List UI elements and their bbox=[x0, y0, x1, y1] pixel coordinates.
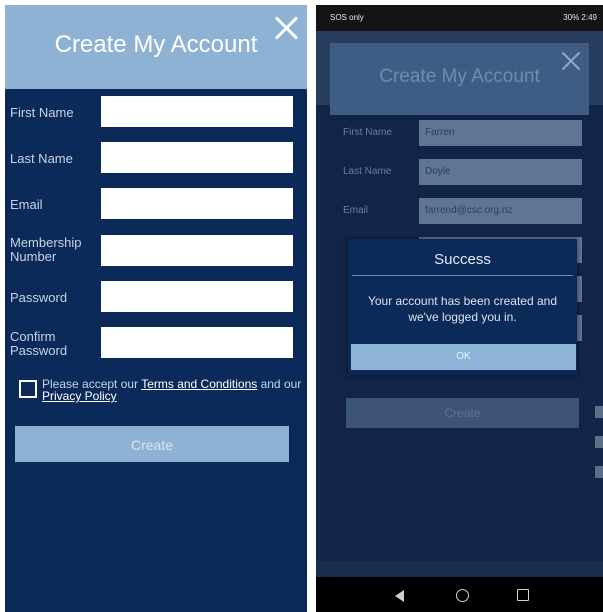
consent-middle: and our bbox=[257, 377, 302, 391]
close-icon[interactable] bbox=[273, 15, 299, 41]
background-tabbar bbox=[316, 561, 603, 577]
close-icon bbox=[561, 51, 581, 71]
email-input[interactable] bbox=[101, 188, 293, 219]
dimmed-header: Create My Account bbox=[330, 43, 589, 115]
dimmed-first-name-value: Farren bbox=[419, 120, 582, 146]
back-icon[interactable] bbox=[395, 590, 404, 602]
screen-header: Create My Account bbox=[5, 5, 307, 89]
membership-number-row: Membership Number bbox=[5, 235, 307, 269]
dimmed-last-name-value: Doyle bbox=[419, 159, 582, 185]
dimmed-first-name-row: First Name Farren bbox=[316, 120, 603, 146]
consent-checkbox[interactable] bbox=[19, 380, 37, 398]
last-name-input[interactable] bbox=[101, 142, 293, 173]
membership-number-input[interactable] bbox=[101, 235, 293, 266]
dimmed-last-name-row: Last Name Doyle bbox=[316, 159, 603, 185]
last-name-label: Last Name bbox=[10, 151, 73, 166]
system-nav-bar bbox=[316, 577, 603, 612]
first-name-label: First Name bbox=[10, 105, 74, 120]
dimmed-last-name-label: Last Name bbox=[343, 166, 392, 177]
status-left: SOS only bbox=[330, 13, 364, 22]
side-tab bbox=[595, 466, 603, 478]
side-tab bbox=[595, 436, 603, 448]
consent-text: Please accept our Terms and Conditions a… bbox=[42, 378, 304, 402]
page-title: Create My Account bbox=[54, 31, 258, 58]
membership-number-label: Membership Number bbox=[10, 235, 82, 264]
privacy-link[interactable]: Privacy Policy bbox=[42, 389, 117, 403]
status-right: 30% 2:49 bbox=[563, 13, 597, 22]
terms-link[interactable]: Terms and Conditions bbox=[141, 377, 257, 391]
dimmed-email-row: Email farrend@csc.org.nz bbox=[316, 198, 603, 224]
first-name-input[interactable] bbox=[101, 96, 293, 127]
home-icon[interactable] bbox=[456, 589, 469, 602]
email-label: Email bbox=[10, 197, 43, 212]
dimmed-email-label: Email bbox=[343, 205, 369, 216]
dimmed-email-value: farrend@csc.org.nz bbox=[419, 198, 582, 224]
dialog-title: Success bbox=[434, 251, 491, 268]
status-bar: SOS only 30% 2:49 bbox=[316, 5, 603, 31]
first-name-row: First Name bbox=[5, 96, 307, 130]
dimmed-create-button: Create bbox=[346, 398, 579, 428]
recent-apps-icon[interactable] bbox=[517, 589, 529, 601]
create-account-screen: Create My Account First Name Last Name E… bbox=[5, 5, 307, 612]
password-row: Password bbox=[5, 281, 307, 315]
dimmed-first-name-label: First Name bbox=[343, 127, 392, 138]
dialog-message: Your account has been created and we've … bbox=[367, 294, 558, 324]
create-button[interactable]: Create bbox=[15, 426, 289, 462]
last-name-row: Last Name bbox=[5, 142, 307, 176]
confirm-password-label: Confirm Password bbox=[10, 329, 68, 358]
ok-button[interactable]: OK bbox=[351, 344, 576, 370]
dimmed-title: Create My Account bbox=[379, 66, 540, 87]
success-dialog: Success Your account has been created an… bbox=[348, 239, 577, 375]
confirm-password-row: Confirm Password bbox=[5, 327, 307, 361]
password-input[interactable] bbox=[101, 281, 293, 312]
device-screen: SOS only 30% 2:49 Create My Account Firs… bbox=[316, 5, 603, 612]
email-row: Email bbox=[5, 188, 307, 222]
password-label: Password bbox=[10, 290, 68, 305]
confirm-password-input[interactable] bbox=[101, 327, 293, 358]
side-tab bbox=[595, 406, 603, 418]
dialog-divider bbox=[352, 275, 573, 276]
